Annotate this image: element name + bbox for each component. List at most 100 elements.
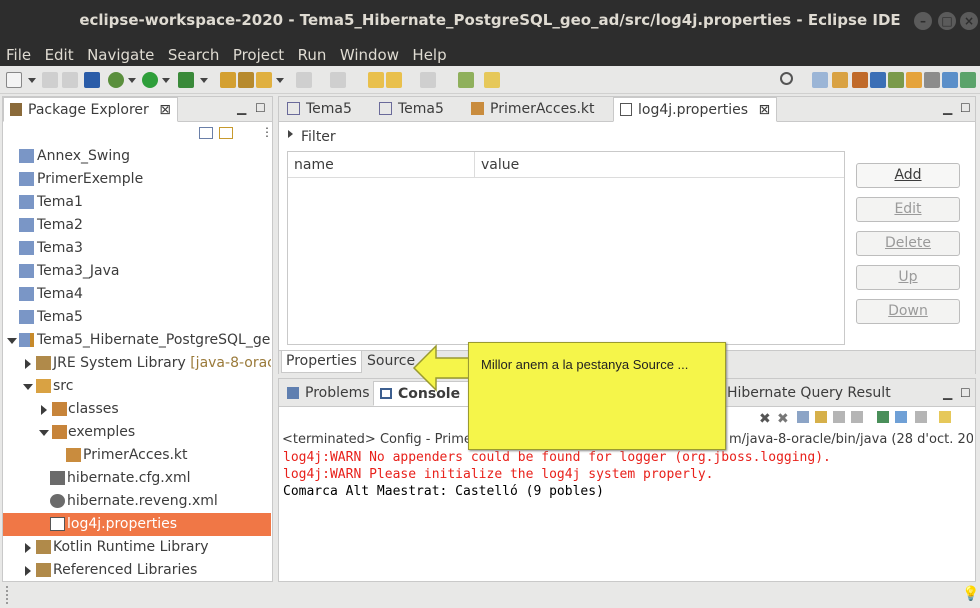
maximize-view-icon[interactable]: ☐ [960, 101, 971, 115]
tree-item-selected[interactable]: log4j.properties [3, 513, 271, 536]
tab-package-explorer[interactable]: Package Explorer ⊠ [3, 97, 178, 122]
pin-editor-icon[interactable] [458, 72, 474, 88]
maximize-button[interactable]: □ [938, 12, 956, 30]
tree-item[interactable]: Tema4 [3, 283, 271, 306]
menu-search[interactable]: Search [168, 42, 220, 64]
search-icon[interactable] [780, 72, 793, 85]
lightbulb-icon[interactable]: 💡 [962, 586, 979, 602]
new-dropdown-icon[interactable] [28, 78, 36, 83]
view-menu-icon[interactable]: ⋮ [261, 125, 273, 139]
collapse-all-icon[interactable] [199, 127, 213, 139]
scroll-lock-icon[interactable] [797, 411, 809, 423]
maximize-view-icon[interactable]: ☐ [255, 101, 266, 115]
hibernate-perspective-icon[interactable] [906, 72, 922, 88]
terminate-icon[interactable]: ✖ [759, 411, 771, 427]
git-perspective-icon[interactable] [924, 72, 940, 88]
filter-expand-icon[interactable] [288, 130, 293, 138]
minimize-view-icon[interactable]: ▁ [943, 386, 952, 400]
tab-problems[interactable]: Problems [281, 381, 376, 406]
delete-button[interactable]: Delete [856, 231, 960, 256]
tree-item[interactable]: hibernate.cfg.xml [3, 467, 271, 490]
edit-button[interactable]: Edit [856, 197, 960, 222]
tree-item[interactable]: Tema5 [3, 306, 271, 329]
last-edit-icon[interactable] [368, 72, 384, 88]
run-icon[interactable] [142, 72, 158, 88]
open-perspective-icon[interactable] [812, 72, 828, 88]
debug-icon[interactable] [108, 72, 124, 88]
tab-log4j-properties[interactable]: log4j.properties ⊠ [613, 97, 778, 122]
search-dropdown-icon[interactable] [276, 78, 284, 83]
tree-item[interactable]: Annex_Swing [3, 145, 271, 168]
open-console-icon[interactable] [915, 411, 927, 423]
java-ee-perspective-icon[interactable] [832, 72, 848, 88]
next-annotation-icon[interactable] [296, 72, 312, 88]
add-button[interactable]: Add [856, 163, 960, 188]
close-icon[interactable]: ⊠ [758, 102, 770, 118]
tab-primeracces[interactable]: PrimerAcces.kt [465, 97, 601, 122]
tab-hibernate-query-result[interactable]: Hibernate Query Result [721, 381, 897, 406]
tab-properties[interactable]: Properties [281, 351, 362, 373]
menu-run[interactable]: Run [298, 42, 327, 64]
back-icon[interactable] [386, 72, 402, 88]
maximize-view-icon[interactable]: ☐ [960, 386, 971, 400]
tree-item[interactable]: Kotlin Runtime Library [3, 536, 271, 559]
properties-table[interactable]: name value [287, 151, 845, 345]
external-dropdown-icon[interactable] [200, 78, 208, 83]
show-on-output-icon[interactable] [833, 411, 845, 423]
menu-project[interactable]: Project [233, 42, 284, 64]
collapse-arrow-icon[interactable] [25, 543, 31, 553]
tree-item[interactable]: JRE System Library [java-8-oracle] [3, 352, 271, 375]
tree-item[interactable]: Tema1 [3, 191, 271, 214]
display-console-icon[interactable] [895, 411, 907, 423]
new-console-icon[interactable] [939, 411, 951, 423]
link-with-editor-icon[interactable] [219, 127, 233, 139]
save-icon[interactable] [42, 72, 58, 88]
minimize-button[interactable]: – [914, 12, 932, 30]
expand-arrow-icon[interactable] [39, 430, 49, 436]
tree-item[interactable]: PrimerExemple [3, 168, 271, 191]
prev-annotation-icon[interactable] [330, 72, 346, 88]
database-perspective-icon[interactable] [942, 72, 958, 88]
open-task-icon[interactable] [238, 72, 254, 88]
column-name-header[interactable]: name [294, 157, 334, 173]
pin-console-icon[interactable] [877, 411, 889, 423]
tree-item[interactable]: PrimerAcces.kt [3, 444, 271, 467]
terminal-icon[interactable] [84, 72, 100, 88]
tab-tema5-2[interactable]: Tema5 [373, 97, 450, 122]
expand-arrow-icon[interactable] [23, 384, 33, 390]
tree-item[interactable]: Tema3 [3, 237, 271, 260]
tree-item[interactable]: Referenced Libraries [3, 559, 271, 582]
menu-file[interactable]: File [6, 42, 31, 64]
search-wand-icon[interactable] [256, 72, 272, 88]
close-window-button[interactable]: × [960, 12, 978, 30]
close-icon[interactable]: ⊠ [159, 102, 171, 118]
open-type-icon[interactable] [220, 72, 236, 88]
minimize-view-icon[interactable]: ▁ [943, 101, 952, 115]
tree-item[interactable]: Tema3_Java [3, 260, 271, 283]
kotlin-perspective-icon[interactable] [870, 72, 886, 88]
filter-label[interactable]: Filter [301, 129, 336, 145]
tree-item[interactable]: Tema5_Hibernate_PostgreSQL_geo [3, 329, 271, 352]
column-value-header[interactable]: value [481, 157, 519, 173]
tree-item[interactable]: hibernate.reveng.xml [3, 490, 271, 513]
tab-source[interactable]: Source [363, 351, 419, 373]
run-dropdown-icon[interactable] [162, 78, 170, 83]
collapse-arrow-icon[interactable] [25, 359, 31, 369]
minimize-view-icon[interactable]: ▁ [237, 101, 246, 115]
tree-item[interactable]: exemples [3, 421, 271, 444]
menu-window[interactable]: Window [340, 42, 399, 64]
menu-navigate[interactable]: Navigate [87, 42, 154, 64]
debug-dropdown-icon[interactable] [128, 78, 136, 83]
tree-item[interactable]: classes [3, 398, 271, 421]
new-icon[interactable] [6, 72, 22, 88]
remove-all-terminated-icon[interactable]: ✖ [777, 411, 789, 427]
save-all-icon[interactable] [62, 72, 78, 88]
team-perspective-icon[interactable] [960, 72, 976, 88]
java-perspective-icon[interactable] [852, 72, 868, 88]
forward-icon[interactable] [420, 72, 436, 88]
show-on-error-icon[interactable] [851, 411, 863, 423]
collapse-arrow-icon[interactable] [41, 405, 47, 415]
word-wrap-icon[interactable] [815, 411, 827, 423]
up-button[interactable]: Up [856, 265, 960, 290]
menu-help[interactable]: Help [412, 42, 446, 64]
